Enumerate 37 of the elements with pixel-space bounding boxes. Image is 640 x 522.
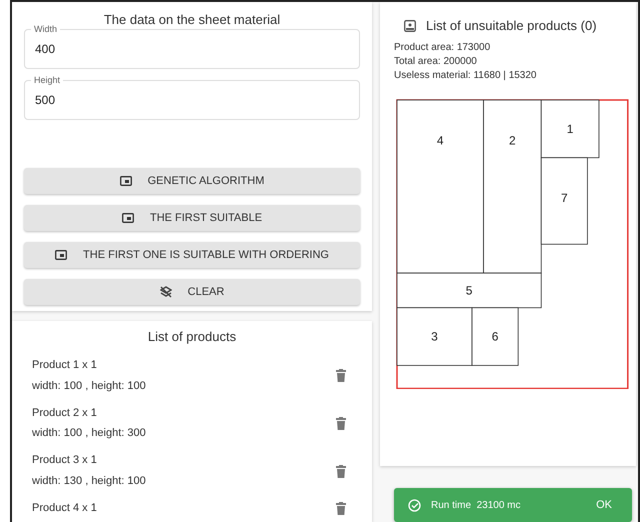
product-size: width: 100 , height: 300 bbox=[32, 426, 146, 442]
picture-in-picture-icon bbox=[55, 250, 68, 260]
product-name: Product 1 x 1 bbox=[32, 358, 98, 373]
field-label: Width bbox=[31, 23, 60, 35]
trash-icon[interactable] bbox=[336, 416, 346, 430]
stat-text: Product area: 173000 bbox=[394, 40, 492, 55]
stat-text: Useless material: 11680 | 15320 bbox=[394, 68, 538, 83]
image-icon bbox=[404, 20, 416, 32]
action-button[interactable]: THE FIRST ONE IS SUITABLE WITH ORDERING bbox=[24, 242, 360, 268]
check-circle-icon bbox=[408, 498, 421, 512]
product-size: width: 100 , height: 100 bbox=[32, 378, 146, 394]
action-button[interactable]: GENETIC ALGORITHM bbox=[24, 168, 360, 194]
product-number: 1 bbox=[566, 122, 574, 136]
picture-in-picture-icon bbox=[120, 176, 132, 186]
product-size: width: 130 , height: 100 bbox=[32, 474, 146, 490]
product-number: 7 bbox=[560, 190, 568, 205]
list-title: List of products bbox=[146, 328, 238, 344]
unsuitable-title: List of unsuitable products (0) bbox=[426, 17, 597, 35]
picture-in-picture-icon bbox=[122, 213, 134, 223]
product-number: 6 bbox=[492, 329, 498, 344]
field-label: Height bbox=[31, 74, 64, 86]
product-number: 3 bbox=[431, 329, 438, 344]
product-number: 2 bbox=[509, 133, 516, 148]
action-button[interactable]: THE FIRST SUITABLE bbox=[24, 205, 360, 231]
snackbar-message: Run time 23100 mc bbox=[431, 500, 522, 510]
product-name: Product 3 x 1 bbox=[32, 453, 98, 468]
product-number: 5 bbox=[466, 283, 472, 298]
trash-icon[interactable] bbox=[336, 369, 346, 382]
stat-text: Total area: 200000 bbox=[394, 54, 478, 69]
product-name: Product 4 x 1 bbox=[32, 501, 97, 516]
trash-icon[interactable] bbox=[336, 502, 346, 516]
trash-icon[interactable] bbox=[336, 464, 346, 478]
action-button[interactable]: CLEAR bbox=[24, 279, 360, 305]
product-name: Product 2 x 1 bbox=[32, 406, 98, 421]
product-number: 4 bbox=[436, 133, 444, 148]
layers-off-icon bbox=[160, 286, 172, 298]
form-title: The data on the sheet material bbox=[102, 12, 282, 27]
